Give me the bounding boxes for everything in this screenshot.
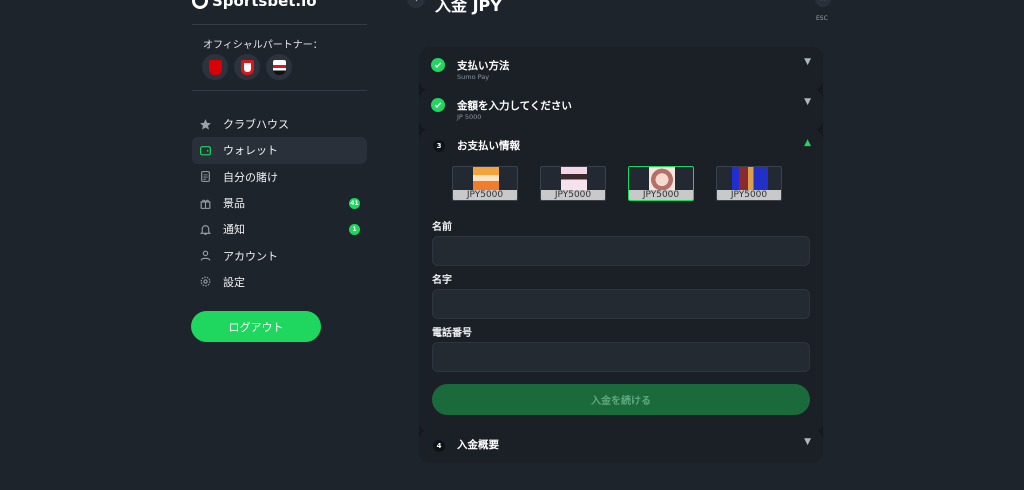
step-payment-method[interactable]: 支払い方法 Sumo Pay ▼ xyxy=(419,47,823,91)
prizes-count-badge: 41 xyxy=(349,197,360,209)
last-name-field[interactable] xyxy=(432,289,810,319)
divider xyxy=(192,24,367,25)
southampton-crest-icon[interactable] xyxy=(234,54,260,80)
sidebar-item-my-bets[interactable]: 自分の賭け xyxy=(192,164,367,190)
card-caption: JPY5000 xyxy=(541,190,605,200)
close-icon: ✕ xyxy=(819,0,827,4)
partners-title: オフィシャルパートナー： xyxy=(203,40,323,51)
arsenal-crest-icon[interactable] xyxy=(202,54,228,80)
chevron-up-icon[interactable]: ▲ xyxy=(804,138,811,148)
step-deposit-summary[interactable]: 4 入金概要 ▼ xyxy=(419,429,823,463)
sidebar-item-account[interactable]: アカウント xyxy=(192,242,367,268)
payment-card-option-selected[interactable]: JPY5000 xyxy=(628,166,694,201)
card-caption: JPY5000 xyxy=(629,190,693,200)
logo-mark-icon xyxy=(192,0,208,9)
payment-card-option[interactable]: JPY5000 xyxy=(716,166,782,201)
bell-icon xyxy=(198,222,212,236)
step-number: 3 xyxy=(433,140,445,152)
step-subtitle: Sumo Pay xyxy=(457,73,490,81)
step-amount[interactable]: 金額を入力してください JP 5000 ▼ xyxy=(419,89,823,131)
logout-button[interactable]: ログアウト xyxy=(191,311,321,342)
page-title: 入金 JPY xyxy=(435,0,502,15)
star-icon xyxy=(198,117,212,131)
step-number: 4 xyxy=(433,440,445,452)
step-title: 支払い方法 xyxy=(457,60,510,72)
chevron-down-icon: ▼ xyxy=(804,437,811,447)
sidebar-item-label: ウォレット xyxy=(223,144,278,158)
sidebar-item-prizes[interactable]: 景品 41 xyxy=(192,190,367,216)
first-name-field[interactable] xyxy=(432,236,810,266)
step-title: 入金概要 xyxy=(457,439,499,451)
card-caption: JPY5000 xyxy=(453,190,517,200)
partner-logos xyxy=(202,54,292,80)
bet-slip-icon xyxy=(198,170,212,184)
step-title: お支払い情報 xyxy=(457,140,520,152)
chevron-left-icon: ‹ xyxy=(414,0,418,5)
sidebar-item-label: 自分の賭け xyxy=(223,170,278,184)
brand-name: Sportsbet.io xyxy=(212,0,317,10)
card-artwork-image xyxy=(732,167,768,190)
wallet-icon xyxy=(198,143,212,157)
step-title: 金額を入力してください xyxy=(457,100,572,112)
payment-card-option[interactable]: JPY5000 xyxy=(540,166,606,201)
phone-label: 電話番号 xyxy=(432,328,472,339)
check-circle-icon xyxy=(431,98,445,112)
sidebar-item-clubhouse[interactable]: クラブハウス xyxy=(192,111,367,137)
phone-field[interactable] xyxy=(432,342,810,372)
divider xyxy=(192,90,367,91)
payment-card-options: JPY5000 JPY5000 JPY5000 JPY5000 xyxy=(452,166,782,201)
card-artwork-image xyxy=(649,167,675,190)
close-button[interactable]: ✕ xyxy=(815,0,831,7)
sidebar-item-label: 景品 xyxy=(223,197,245,211)
sidebar-item-wallet[interactable]: ウォレット xyxy=(192,137,367,164)
sidebar-item-label: クラブハウス xyxy=(223,118,289,132)
back-button[interactable]: ‹ xyxy=(407,0,425,8)
chevron-down-icon: ▼ xyxy=(804,97,811,107)
check-circle-icon xyxy=(431,58,445,72)
sidebar-item-label: 設定 xyxy=(223,275,245,289)
card-artwork-image xyxy=(473,167,499,190)
payment-card-option[interactable]: JPY5000 xyxy=(452,166,518,201)
deposit-panel: 支払い方法 Sumo Pay ▼ 金額を入力してください JP 5000 ▼ 3… xyxy=(419,47,823,463)
sidebar-item-settings[interactable]: 設定 xyxy=(192,269,367,295)
gift-icon xyxy=(198,196,212,210)
sidebar-item-label: アカウント xyxy=(223,249,278,263)
sidebar-item-notifications[interactable]: 通知 1 xyxy=(192,216,367,242)
sidebar-nav: クラブハウス ウォレット 自分の賭け 景品 41 通知 1 アカウント 設定 xyxy=(192,111,367,295)
first-name-label: 名前 xyxy=(432,222,452,233)
card-caption: JPY5000 xyxy=(717,190,781,200)
chevron-down-icon: ▼ xyxy=(804,57,811,67)
esc-label: ESC xyxy=(816,15,828,22)
card-artwork-image xyxy=(561,167,587,190)
last-name-label: 名字 xyxy=(432,275,452,286)
sidebar-item-label: 通知 xyxy=(223,223,245,237)
step-subtitle: JP 5000 xyxy=(457,113,482,121)
gear-icon xyxy=(198,275,212,289)
notifications-count-badge: 1 xyxy=(349,224,360,236)
brand-logo[interactable]: Sportsbet.io xyxy=(192,0,317,10)
user-icon xyxy=(198,249,212,263)
sao-paulo-crest-icon[interactable] xyxy=(266,54,292,80)
continue-deposit-button[interactable]: 入金を続ける xyxy=(432,384,810,415)
